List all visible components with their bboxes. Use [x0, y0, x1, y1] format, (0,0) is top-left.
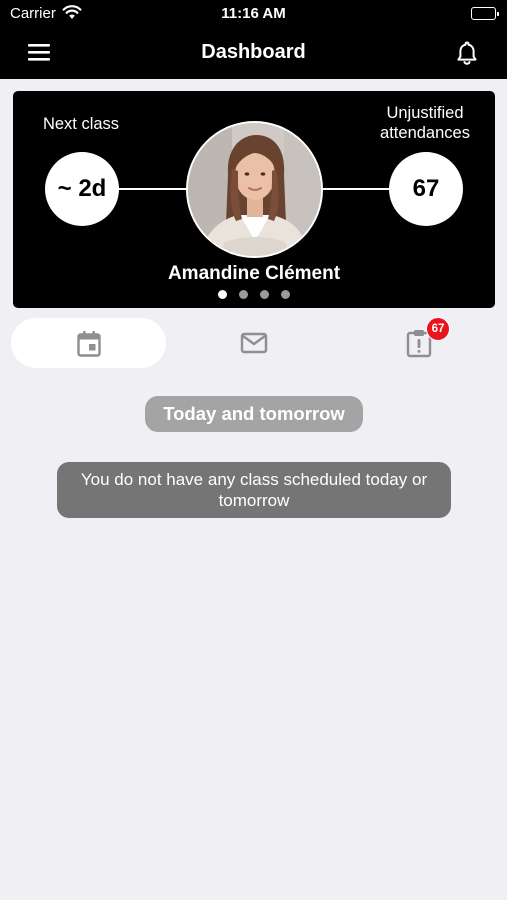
battery-icon	[471, 7, 499, 20]
page-dot[interactable]	[260, 290, 269, 299]
page-dot[interactable]	[281, 290, 290, 299]
next-class-value[interactable]: ~ 2d	[45, 152, 119, 226]
mail-icon[interactable]	[240, 330, 268, 361]
empty-state-message: You do not have any class scheduled toda…	[57, 462, 451, 518]
connector-line	[321, 188, 391, 190]
page-title: Dashboard	[201, 41, 306, 63]
next-class-label: Next class	[42, 115, 120, 133]
unjustified-attendances-label: Unjustified attendances	[380, 104, 470, 142]
tab-calendar[interactable]	[11, 318, 166, 368]
unjustified-attendances-value[interactable]: 67	[389, 152, 463, 226]
bell-icon[interactable]	[453, 39, 481, 67]
navigation-bar: Dashboard	[0, 28, 507, 79]
calendar-icon	[76, 330, 102, 363]
page-dot[interactable]	[239, 290, 248, 299]
section-header: Today and tomorrow	[145, 396, 363, 432]
student-name: Amandine Clément	[167, 263, 341, 284]
avatar[interactable]	[186, 121, 323, 258]
clock: 11:16 AM	[221, 5, 286, 22]
profile-card[interactable]: Next class Unjustified attendances ~ 2d …	[13, 91, 495, 308]
page-indicator[interactable]	[13, 290, 495, 299]
tab-bar: 67	[0, 317, 507, 368]
notification-badge: 67	[426, 317, 450, 341]
connector-line	[118, 188, 188, 190]
status-bar: Carrier 11:16 AM	[0, 0, 507, 28]
page-dot[interactable]	[218, 290, 227, 299]
